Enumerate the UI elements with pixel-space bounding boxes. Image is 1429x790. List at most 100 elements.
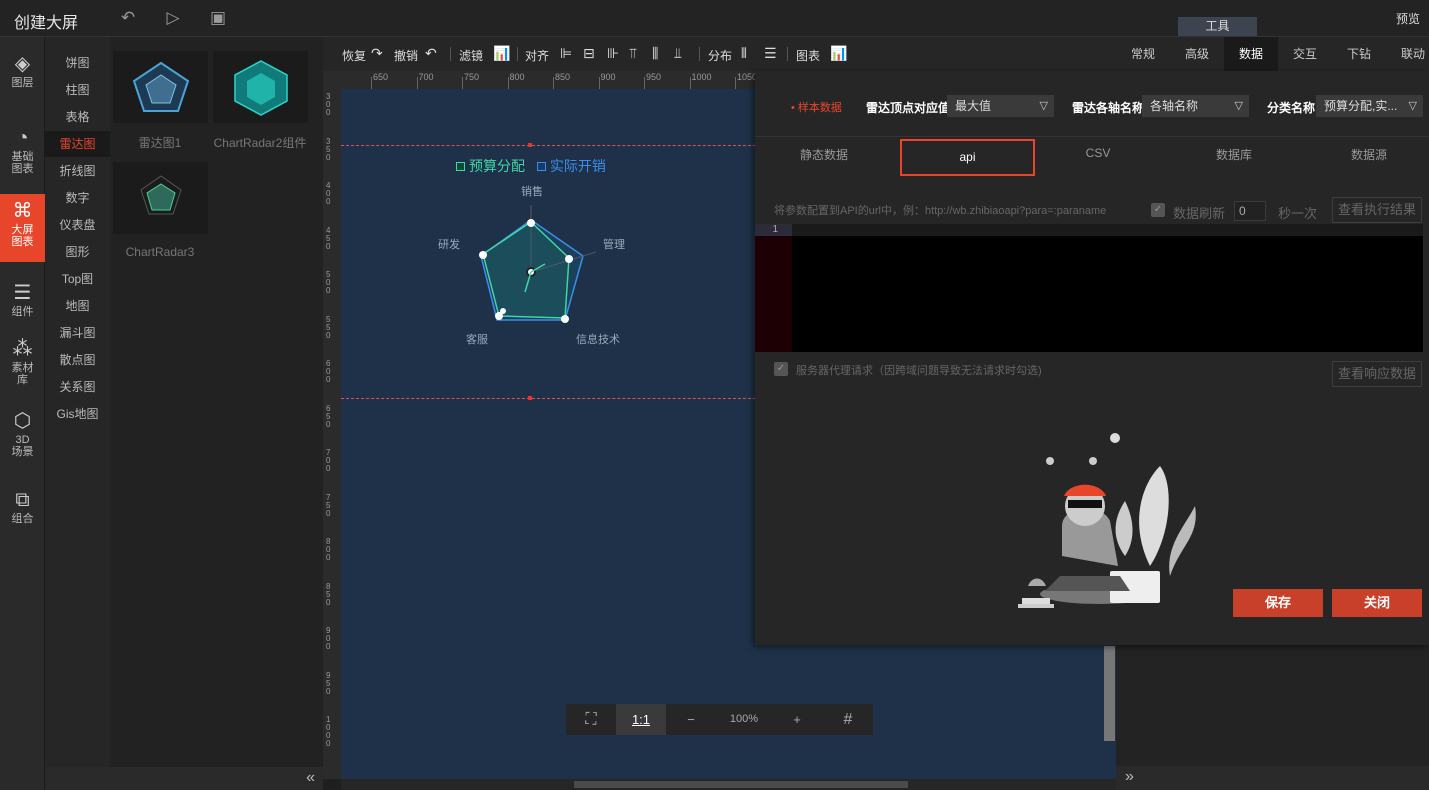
align-left-icon[interactable]: ⊫ <box>560 45 572 62</box>
legend-item-budget[interactable]: 预算分配 <box>456 158 525 174</box>
nav-item-2[interactable]: ⌘ 大屏 图表 <box>0 194 45 262</box>
save-icon[interactable]: ▣ <box>207 8 229 28</box>
vertex-select[interactable]: 最大值 ▽ <box>947 95 1054 117</box>
category-item[interactable]: 散点图 <box>45 347 110 373</box>
category-item[interactable]: 数字 <box>45 185 110 211</box>
ruler-tick <box>644 77 645 89</box>
category-item[interactable]: 漏斗图 <box>45 320 110 346</box>
nav-item-1[interactable]: ◔ 基础 图表 <box>0 121 45 185</box>
refresh-interval-input[interactable]: 0 <box>1234 201 1266 221</box>
zoom-1-1-button[interactable]: 1:1 <box>616 704 666 735</box>
save-button[interactable]: 保存 <box>1233 589 1323 617</box>
undo-icon[interactable]: ↶ <box>117 8 139 28</box>
undo-icon[interactable]: ↶ <box>425 45 437 62</box>
ruler-tick <box>598 77 600 89</box>
play-icon[interactable]: ▷ <box>162 8 184 28</box>
ruler-label: 600 <box>326 359 331 384</box>
ruler-tick <box>371 77 372 89</box>
prop-tab[interactable]: 常规 <box>1116 37 1170 71</box>
chart-icon[interactable]: 📊 <box>830 45 847 62</box>
redo-label[interactable]: 恢复 <box>342 47 366 64</box>
collapse-right-icon[interactable]: » <box>1125 768 1134 786</box>
nav-item-3[interactable]: ☰ 组件 <box>0 276 45 318</box>
tab-api[interactable]: api <box>900 139 1035 176</box>
tools-tab[interactable]: 工具 <box>1178 17 1257 36</box>
legend-item-actual[interactable]: 实际开销 <box>536 158 606 174</box>
align-middle-icon[interactable]: ⫼ <box>652 45 658 62</box>
align-label[interactable]: 对齐 <box>525 47 549 64</box>
horizontal-scrollbar[interactable] <box>341 779 1116 790</box>
distribute-v-icon[interactable]: ☰ <box>764 45 777 62</box>
preview-button[interactable]: 预览 <box>1396 10 1420 27</box>
fit-screen-icon[interactable]: ⛶ <box>566 704 616 735</box>
editor-active-line[interactable] <box>792 224 1423 236</box>
category-item[interactable]: 雷达图 <box>45 131 110 157</box>
tab-csv[interactable]: CSV <box>1048 146 1148 160</box>
thumbnail-radar-1[interactable] <box>113 51 208 123</box>
tab-datasource[interactable]: 数据源 <box>1319 146 1419 163</box>
tab-static-data[interactable]: 静态数据 <box>774 146 874 163</box>
category-item[interactable]: 柱图 <box>45 77 110 103</box>
nav-item-label: 3D 场景 <box>11 434 34 458</box>
refresh-checkbox[interactable]: ✓ <box>1151 203 1165 217</box>
distribute-label[interactable]: 分布 <box>708 47 732 64</box>
prop-tab[interactable]: 高级 <box>1170 37 1224 71</box>
view-exec-result-button[interactable]: 查看执行结果 <box>1332 197 1422 223</box>
filter-chart-icon[interactable]: 📊 <box>493 45 510 62</box>
grid-toggle-icon[interactable]: # <box>823 704 873 735</box>
filter-label[interactable]: 滤镜 <box>459 47 483 64</box>
axis-name-select[interactable]: 各轴名称 ▽ <box>1142 95 1249 117</box>
resize-handle[interactable] <box>528 143 532 147</box>
radar-point <box>565 255 573 263</box>
category-item[interactable]: 饼图 <box>45 50 110 76</box>
zoom-in-button[interactable]: + <box>772 704 822 735</box>
ruler-tick <box>735 77 736 89</box>
prop-tab[interactable]: 联动 <box>1386 37 1429 71</box>
category-item[interactable]: 地图 <box>45 293 110 319</box>
refresh-unit: 秒一次 <box>1278 206 1318 221</box>
category-item[interactable]: 仪表盘 <box>45 212 110 238</box>
collapse-left-icon[interactable]: « <box>306 769 315 787</box>
thumbnail-radar-3[interactable] <box>113 162 208 234</box>
vertex-select-value: 最大值 <box>955 99 992 113</box>
ruler-label: 800 <box>326 537 331 562</box>
ruler-label: 500 <box>326 270 331 295</box>
prop-tab[interactable]: 数据 <box>1224 37 1278 71</box>
toolbar-divider <box>787 47 788 61</box>
scroll-thumb[interactable] <box>574 781 908 788</box>
prop-tab[interactable]: 下钻 <box>1332 37 1386 71</box>
resize-handle[interactable] <box>528 396 532 400</box>
category-item[interactable]: 表格 <box>45 104 110 130</box>
chart-label[interactable]: 图表 <box>796 47 820 64</box>
align-center-h-icon[interactable]: ⊟ <box>583 45 595 62</box>
close-button[interactable]: 关闭 <box>1332 589 1422 617</box>
radar-legend[interactable]: 预算分配 实际开销 <box>456 156 614 176</box>
proxy-checkbox[interactable]: ✓ <box>774 362 788 376</box>
category-item[interactable]: Top图 <box>45 266 110 292</box>
nav-item-5[interactable]: ⬡ 3D 场景 <box>0 404 45 468</box>
nav-item-6[interactable]: ⧉ 组合 <box>0 483 45 529</box>
category-item[interactable]: Gis地图 <box>45 401 110 427</box>
tab-database[interactable]: 数据库 <box>1184 146 1284 163</box>
align-top-icon[interactable]: ⫪ <box>629 45 637 62</box>
category-item[interactable]: 折线图 <box>45 158 110 184</box>
category-name-select[interactable]: 预算分配,实... ▽ <box>1316 95 1423 117</box>
ruler-tick <box>553 77 554 89</box>
nav-item-0[interactable]: ◈ 图层 <box>0 47 45 93</box>
category-item[interactable]: 关系图 <box>45 374 110 400</box>
align-bottom-icon[interactable]: ⫫ <box>674 45 682 62</box>
zoom-out-button[interactable]: − <box>666 704 716 735</box>
category-item[interactable]: 图形 <box>45 239 110 265</box>
vertical-scroll-thumb[interactable] <box>1104 646 1115 741</box>
ruler-label: 750 <box>326 492 331 518</box>
thumbnail-radar-2[interactable] <box>213 51 308 123</box>
api-code-editor[interactable]: 1 <box>755 224 1423 352</box>
radar-chart[interactable] <box>441 180 641 350</box>
distribute-h-icon[interactable]: ⫴ <box>741 45 747 62</box>
view-response-button[interactable]: 查看响应数据 <box>1332 361 1422 387</box>
redo-icon[interactable]: ↷ <box>371 45 383 62</box>
prop-tab[interactable]: 交互 <box>1278 37 1332 71</box>
nav-item-4[interactable]: ⁂ 素材 库 <box>0 332 45 390</box>
align-right-icon[interactable]: ⊪ <box>607 45 619 62</box>
undo-label[interactable]: 撤销 <box>394 47 418 64</box>
